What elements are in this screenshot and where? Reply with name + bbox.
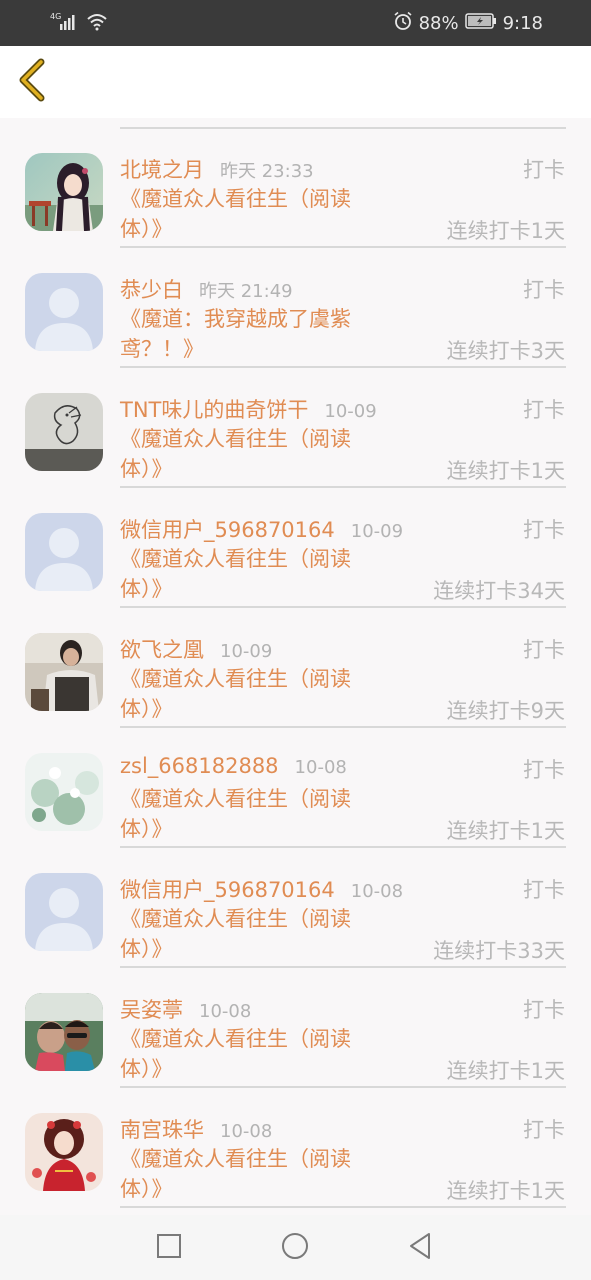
name-line: 北境之月 昨天 23:33 xyxy=(120,154,314,184)
book-title[interactable]: 《魔道众人看往生（阅读体）》 xyxy=(120,424,382,484)
name-line: TNT味儿的曲奇饼干 10-09 xyxy=(120,394,377,424)
checkin-time: 10-09 xyxy=(350,521,404,542)
user-name[interactable]: 南宫珠华 xyxy=(120,1114,204,1144)
list-item[interactable]: zsl_668182888 10-08 打卡 《魔道众人看往生（阅读体）》 连续… xyxy=(0,728,591,848)
alarm-icon xyxy=(393,11,413,36)
user-name[interactable]: TNT味儿的曲奇饼干 xyxy=(120,394,308,424)
checkin-time: 昨天 21:49 xyxy=(199,281,293,302)
list-item[interactable]: TNT味儿的曲奇饼干 10-09 打卡 《魔道众人看往生（阅读体）》 连续打卡1… xyxy=(0,368,591,488)
streak-text: 连续打卡1天 xyxy=(446,219,565,243)
status-right: 88% 9:18 xyxy=(393,11,543,36)
book-title[interactable]: 《魔道众人看往生（阅读体）》 xyxy=(120,544,382,604)
streak-text: 连续打卡33天 xyxy=(433,939,565,963)
book-title[interactable]: 《魔道众人看往生（阅读体）》 xyxy=(120,1024,382,1084)
chevron-left-icon xyxy=(17,58,47,106)
avatar[interactable] xyxy=(25,273,103,351)
list-item[interactable]: 北境之月 昨天 23:33 打卡 《魔道众人看往生（阅读体）》 连续打卡1天 xyxy=(0,128,591,248)
streak-text: 连续打卡34天 xyxy=(433,579,565,603)
avatar[interactable] xyxy=(25,633,103,711)
svg-text:4G: 4G xyxy=(50,12,61,21)
user-name[interactable]: 吴姿葶 xyxy=(120,994,183,1024)
signal-icon: 4G xyxy=(50,11,80,35)
navigation-bar xyxy=(0,1215,591,1280)
nav-back-button[interactable] xyxy=(405,1233,435,1263)
user-name[interactable]: 恭少白 xyxy=(120,274,183,304)
avatar[interactable] xyxy=(25,153,103,231)
home-button[interactable] xyxy=(280,1233,310,1263)
checkin-label: 打卡 xyxy=(523,278,565,302)
avatar[interactable] xyxy=(25,993,103,1071)
recent-apps-button[interactable] xyxy=(154,1233,184,1263)
streak-text: 连续打卡1天 xyxy=(446,819,565,843)
book-title[interactable]: 《魔道：我穿越成了虞紫鸢？！》 xyxy=(120,304,382,364)
list-item[interactable]: 南宫珠华 10-08 打卡 《魔道众人看往生（阅读体）》 连续打卡1天 xyxy=(0,1088,591,1208)
list-item[interactable]: 恭少白 昨天 21:49 打卡 《魔道：我穿越成了虞紫鸢？！》 连续打卡3天 xyxy=(0,248,591,368)
name-line: 恭少白 昨天 21:49 xyxy=(120,274,293,304)
checkin-time: 10-08 xyxy=(220,1121,273,1142)
book-title[interactable]: 《魔道众人看往生（阅读体）》 xyxy=(120,904,382,964)
home-icon xyxy=(281,1232,309,1264)
user-name[interactable]: 北境之月 xyxy=(120,154,204,184)
checkin-label: 打卡 xyxy=(523,398,565,422)
back-button[interactable] xyxy=(12,58,52,106)
back-triangle-icon xyxy=(407,1232,433,1264)
book-title[interactable]: 《魔道众人看往生（阅读体）》 xyxy=(120,784,382,844)
avatar[interactable] xyxy=(25,513,103,591)
streak-text: 连续打卡1天 xyxy=(446,1179,565,1203)
name-line: 欲飞之凰 10-09 xyxy=(120,634,272,664)
checkin-time: 10-08 xyxy=(350,881,404,902)
streak-text: 连续打卡1天 xyxy=(446,1059,565,1083)
clock: 9:18 xyxy=(502,13,543,34)
avatar[interactable] xyxy=(25,873,103,951)
checkin-label: 打卡 xyxy=(523,878,565,902)
name-line: zsl_668182888 10-08 xyxy=(120,754,347,778)
name-line: 吴姿葶 10-08 xyxy=(120,994,251,1024)
streak-text: 连续打卡1天 xyxy=(446,459,565,483)
checkin-time: 昨天 23:33 xyxy=(220,161,314,182)
checkin-label: 打卡 xyxy=(523,158,565,182)
name-line: 微信用户_596870164 10-09 xyxy=(120,514,403,544)
battery-icon xyxy=(464,13,497,34)
avatar[interactable] xyxy=(25,1113,103,1191)
checkin-time: 10-09 xyxy=(324,401,377,422)
checkin-label: 打卡 xyxy=(523,638,565,662)
avatar[interactable] xyxy=(25,753,103,831)
checkin-label: 打卡 xyxy=(523,758,565,782)
list-item[interactable]: 微信用户_596870164 10-08 打卡 《魔道众人看往生（阅读体）》 连… xyxy=(0,848,591,968)
list-item[interactable]: 吴姿葶 10-08 打卡 《魔道众人看往生（阅读体）》 连续打卡1天 xyxy=(0,968,591,1088)
user-name[interactable]: 微信用户_596870164 xyxy=(120,874,335,904)
name-line: 微信用户_596870164 10-08 xyxy=(120,874,403,904)
book-title[interactable]: 《魔道众人看往生（阅读体）》 xyxy=(120,184,382,244)
list-item[interactable]: 微信用户_596870164 10-09 打卡 《魔道众人看往生（阅读体）》 连… xyxy=(0,488,591,608)
user-name[interactable]: 微信用户_596870164 xyxy=(120,514,335,544)
checkin-time: 10-09 xyxy=(220,641,273,662)
checkin-label: 打卡 xyxy=(523,518,565,542)
battery-percent: 88% xyxy=(418,13,459,34)
checkin-list[interactable]: 北境之月 昨天 23:33 打卡 《魔道众人看往生（阅读体）》 连续打卡1天 恭… xyxy=(0,118,591,1215)
name-line: 南宫珠华 10-08 xyxy=(120,1114,272,1144)
user-name[interactable]: zsl_668182888 xyxy=(120,754,279,778)
recent-apps-icon xyxy=(156,1233,182,1263)
checkin-time: 10-08 xyxy=(294,757,347,778)
checkin-label: 打卡 xyxy=(523,1118,565,1142)
user-name[interactable]: 欲飞之凰 xyxy=(120,634,204,664)
wifi-icon xyxy=(86,11,108,35)
header-bar xyxy=(0,46,591,118)
book-title[interactable]: 《魔道众人看往生（阅读体）》 xyxy=(120,1144,382,1204)
divider xyxy=(120,1206,566,1208)
checkin-label: 打卡 xyxy=(523,998,565,1022)
checkin-time: 10-08 xyxy=(199,1001,252,1022)
avatar[interactable] xyxy=(25,393,103,471)
status-left: 4G xyxy=(50,11,108,35)
list-item[interactable]: 欲飞之凰 10-09 打卡 《魔道众人看往生（阅读体）》 连续打卡9天 xyxy=(0,608,591,728)
streak-text: 连续打卡9天 xyxy=(446,699,565,723)
streak-text: 连续打卡3天 xyxy=(446,339,565,363)
book-title[interactable]: 《魔道众人看往生（阅读体）》 xyxy=(120,664,382,724)
status-bar: 4G 88% 9:18 xyxy=(0,0,591,46)
